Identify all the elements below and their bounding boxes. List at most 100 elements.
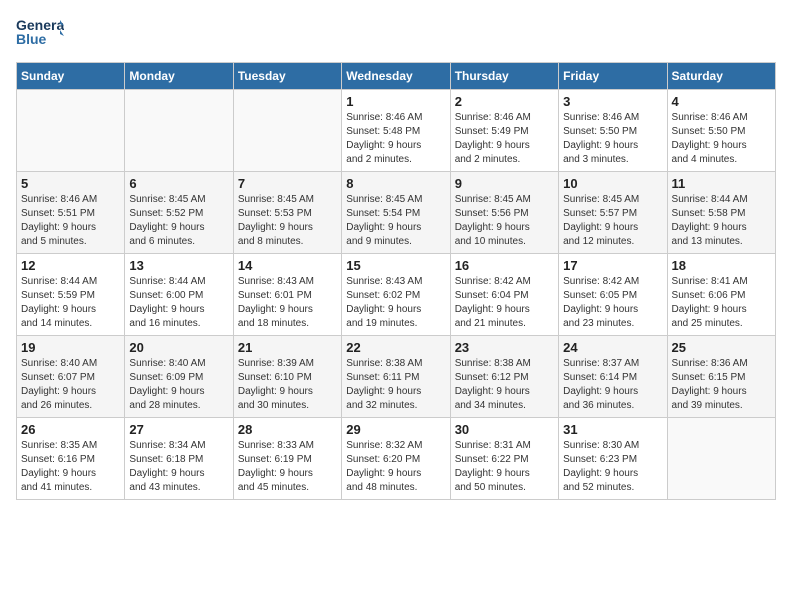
calendar-cell: 6 Sunrise: 8:45 AM Sunset: 5:52 PM Daylig…: [125, 172, 233, 254]
day-info: Sunrise: 8:39 AM Sunset: 6:10 PM Dayligh…: [238, 357, 337, 413]
day-info: Sunrise: 8:33 AM Sunset: 6:19 PM Dayligh…: [238, 439, 337, 495]
day-info: Sunrise: 8:45 AM Sunset: 5:53 PM Dayligh…: [238, 193, 337, 249]
calendar-cell: 23Sunrise: 8:38 AM Sunset: 6:12 PM Dayli…: [450, 336, 558, 418]
calendar-cell: 25 Sunrise: 8:36 AM Sunset: 6:15 PM Dayli…: [667, 336, 775, 418]
day-info: Sunrise: 8:31 AM Sunset: 6:22 PM Dayligh…: [455, 439, 554, 495]
day-info: Sunrise: 8:46 AM Sunset: 5:49 PM Dayligh…: [455, 111, 554, 167]
calendar-week-row: 12 Sunrise: 8:44 AM Sunset: 5:59 PM Dayli…: [17, 254, 776, 336]
day-number: 27: [129, 422, 228, 437]
day-number: 24: [563, 340, 662, 355]
calendar-cell: 15 Sunrise: 8:43 AM Sunset: 6:02 PM Dayli…: [342, 254, 450, 336]
day-number: 11: [672, 176, 771, 191]
calendar-cell: 22 Sunrise: 8:38 AM Sunset: 6:11 PM Dayli…: [342, 336, 450, 418]
calendar-cell: 12 Sunrise: 8:44 AM Sunset: 5:59 PM Dayli…: [17, 254, 125, 336]
day-number: 2: [455, 94, 554, 109]
calendar-cell: 7 Sunrise: 8:45 AM Sunset: 5:53 PM Daylig…: [233, 172, 341, 254]
calendar-week-row: 19 Sunrise: 8:40 AM Sunset: 6:07 PM Dayli…: [17, 336, 776, 418]
col-header-monday: Monday: [125, 63, 233, 90]
calendar-cell: 19 Sunrise: 8:40 AM Sunset: 6:07 PM Dayli…: [17, 336, 125, 418]
day-info: Sunrise: 8:42 AM Sunset: 6:04 PM Dayligh…: [455, 275, 554, 331]
calendar-cell: 30 Sunrise: 8:31 AM Sunset: 6:22 PM Dayli…: [450, 418, 558, 500]
calendar-cell: 8 Sunrise: 8:45 AM Sunset: 5:54 PM Daylig…: [342, 172, 450, 254]
day-number: 9: [455, 176, 554, 191]
day-info: Sunrise: 8:32 AM Sunset: 6:20 PM Dayligh…: [346, 439, 445, 495]
day-info: Sunrise: 8:45 AM Sunset: 5:57 PM Dayligh…: [563, 193, 662, 249]
day-number: 10: [563, 176, 662, 191]
calendar-cell: [125, 90, 233, 172]
day-number: 3: [563, 94, 662, 109]
calendar-cell: 1Sunrise: 8:46 AM Sunset: 5:48 PM Daylig…: [342, 90, 450, 172]
day-number: 20: [129, 340, 228, 355]
col-header-saturday: Saturday: [667, 63, 775, 90]
calendar-week-row: 5 Sunrise: 8:46 AM Sunset: 5:51 PM Daylig…: [17, 172, 776, 254]
day-number: 4: [672, 94, 771, 109]
calendar-cell: 28Sunrise: 8:33 AM Sunset: 6:19 PM Dayli…: [233, 418, 341, 500]
calendar-table: SundayMondayTuesdayWednesdayThursdayFrid…: [16, 62, 776, 500]
calendar-cell: 20 Sunrise: 8:40 AM Sunset: 6:09 PM Dayli…: [125, 336, 233, 418]
day-info: Sunrise: 8:42 AM Sunset: 6:05 PM Dayligh…: [563, 275, 662, 331]
day-number: 22: [346, 340, 445, 355]
day-info: Sunrise: 8:46 AM Sunset: 5:51 PM Dayligh…: [21, 193, 120, 249]
day-number: 18: [672, 258, 771, 273]
day-info: Sunrise: 8:40 AM Sunset: 6:09 PM Dayligh…: [129, 357, 228, 413]
day-info: Sunrise: 8:36 AM Sunset: 6:15 PM Dayligh…: [672, 357, 771, 413]
calendar-cell: [17, 90, 125, 172]
day-info: Sunrise: 8:44 AM Sunset: 6:00 PM Dayligh…: [129, 275, 228, 331]
calendar-cell: 26Sunrise: 8:35 AM Sunset: 6:16 PM Dayli…: [17, 418, 125, 500]
calendar-cell: 16 Sunrise: 8:42 AM Sunset: 6:04 PM Dayli…: [450, 254, 558, 336]
day-number: 7: [238, 176, 337, 191]
calendar-cell: 5 Sunrise: 8:46 AM Sunset: 5:51 PM Daylig…: [17, 172, 125, 254]
day-number: 19: [21, 340, 120, 355]
calendar-cell: 31Sunrise: 8:30 AM Sunset: 6:23 PM Dayli…: [559, 418, 667, 500]
calendar-cell: 9 Sunrise: 8:45 AM Sunset: 5:56 PM Daylig…: [450, 172, 558, 254]
day-info: Sunrise: 8:30 AM Sunset: 6:23 PM Dayligh…: [563, 439, 662, 495]
calendar-cell: 27Sunrise: 8:34 AM Sunset: 6:18 PM Dayli…: [125, 418, 233, 500]
day-info: Sunrise: 8:44 AM Sunset: 5:59 PM Dayligh…: [21, 275, 120, 331]
day-info: Sunrise: 8:45 AM Sunset: 5:54 PM Dayligh…: [346, 193, 445, 249]
logo: General Blue: [16, 16, 64, 52]
day-info: Sunrise: 8:37 AM Sunset: 6:14 PM Dayligh…: [563, 357, 662, 413]
day-info: Sunrise: 8:46 AM Sunset: 5:50 PM Dayligh…: [672, 111, 771, 167]
day-number: 12: [21, 258, 120, 273]
day-info: Sunrise: 8:38 AM Sunset: 6:11 PM Dayligh…: [346, 357, 445, 413]
logo-svg: General Blue: [16, 16, 64, 52]
day-number: 14: [238, 258, 337, 273]
day-number: 26: [21, 422, 120, 437]
calendar-cell: 13 Sunrise: 8:44 AM Sunset: 6:00 PM Dayli…: [125, 254, 233, 336]
calendar-header-row: SundayMondayTuesdayWednesdayThursdayFrid…: [17, 63, 776, 90]
day-info: Sunrise: 8:46 AM Sunset: 5:48 PM Dayligh…: [346, 111, 445, 167]
calendar-cell: 11 Sunrise: 8:44 AM Sunset: 5:58 PM Dayli…: [667, 172, 775, 254]
day-info: Sunrise: 8:46 AM Sunset: 5:50 PM Dayligh…: [563, 111, 662, 167]
day-number: 15: [346, 258, 445, 273]
day-info: Sunrise: 8:41 AM Sunset: 6:06 PM Dayligh…: [672, 275, 771, 331]
day-info: Sunrise: 8:45 AM Sunset: 5:52 PM Dayligh…: [129, 193, 228, 249]
calendar-week-row: 1Sunrise: 8:46 AM Sunset: 5:48 PM Daylig…: [17, 90, 776, 172]
day-number: 29: [346, 422, 445, 437]
day-number: 13: [129, 258, 228, 273]
col-header-thursday: Thursday: [450, 63, 558, 90]
calendar-week-row: 26Sunrise: 8:35 AM Sunset: 6:16 PM Dayli…: [17, 418, 776, 500]
day-number: 16: [455, 258, 554, 273]
day-info: Sunrise: 8:40 AM Sunset: 6:07 PM Dayligh…: [21, 357, 120, 413]
day-number: 5: [21, 176, 120, 191]
calendar-cell: 21Sunrise: 8:39 AM Sunset: 6:10 PM Dayli…: [233, 336, 341, 418]
day-number: 23: [455, 340, 554, 355]
calendar-cell: 14 Sunrise: 8:43 AM Sunset: 6:01 PM Dayli…: [233, 254, 341, 336]
col-header-wednesday: Wednesday: [342, 63, 450, 90]
col-header-tuesday: Tuesday: [233, 63, 341, 90]
day-number: 17: [563, 258, 662, 273]
day-number: 6: [129, 176, 228, 191]
calendar-cell: 4 Sunrise: 8:46 AM Sunset: 5:50 PM Daylig…: [667, 90, 775, 172]
calendar-cell: 2 Sunrise: 8:46 AM Sunset: 5:49 PM Daylig…: [450, 90, 558, 172]
calendar-cell: 10 Sunrise: 8:45 AM Sunset: 5:57 PM Dayli…: [559, 172, 667, 254]
day-info: Sunrise: 8:43 AM Sunset: 6:01 PM Dayligh…: [238, 275, 337, 331]
day-info: Sunrise: 8:44 AM Sunset: 5:58 PM Dayligh…: [672, 193, 771, 249]
calendar-cell: 24 Sunrise: 8:37 AM Sunset: 6:14 PM Dayli…: [559, 336, 667, 418]
day-info: Sunrise: 8:45 AM Sunset: 5:56 PM Dayligh…: [455, 193, 554, 249]
day-number: 8: [346, 176, 445, 191]
day-info: Sunrise: 8:43 AM Sunset: 6:02 PM Dayligh…: [346, 275, 445, 331]
calendar-cell: 18 Sunrise: 8:41 AM Sunset: 6:06 PM Dayli…: [667, 254, 775, 336]
day-number: 25: [672, 340, 771, 355]
calendar-cell: 3 Sunrise: 8:46 AM Sunset: 5:50 PM Daylig…: [559, 90, 667, 172]
day-number: 30: [455, 422, 554, 437]
